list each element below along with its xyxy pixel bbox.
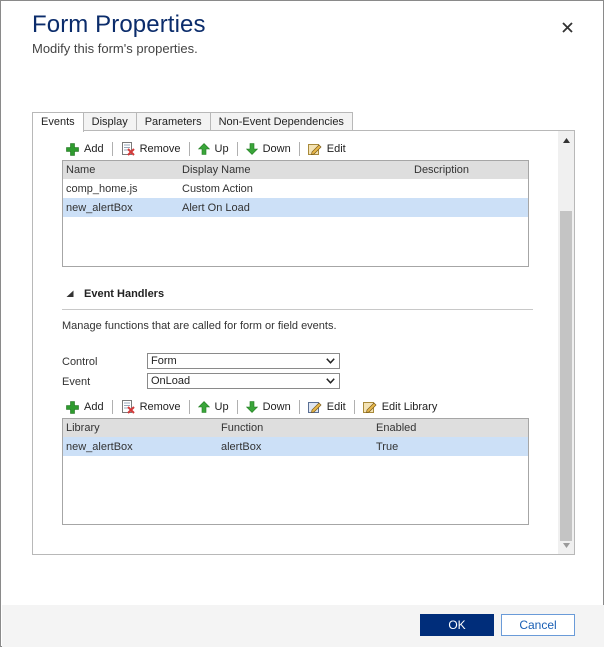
arrow-up-icon (197, 401, 210, 413)
handlers-up-label: Up (214, 401, 229, 413)
event-handlers-heading: Event Handlers (84, 288, 165, 300)
events-scroll-area: Add Remove Up Down Edit Name Display Nam… (33, 131, 558, 554)
libraries-toolbar: Add Remove Up Down Edit (62, 140, 350, 158)
dialog-subtitle: Modify this form's properties. (32, 41, 198, 56)
section-divider (62, 309, 533, 310)
column-header-library[interactable]: Library (63, 422, 218, 434)
handlers-add-label: Add (84, 401, 104, 413)
control-select[interactable]: Form (147, 353, 340, 369)
library-row[interactable]: comp_home.js Custom Action (63, 179, 528, 198)
libraries-edit-button[interactable]: Edit (304, 140, 350, 158)
event-label: Event (62, 376, 91, 388)
handlers-edit-library-label: Edit Library (381, 401, 438, 413)
scroll-up-button[interactable] (558, 133, 574, 147)
tab-events[interactable]: Events (32, 112, 84, 132)
libraries-grid: Name Display Name Description comp_home.… (62, 160, 529, 267)
column-header-function[interactable]: Function (218, 422, 373, 434)
handlers-toolbar: Add Remove Up Down Edit Edit Library (62, 398, 441, 416)
remove-icon (121, 400, 135, 414)
toolbar-separator (298, 400, 300, 414)
toolbar-separator (298, 142, 300, 156)
chevron-down-icon (326, 378, 335, 384)
handlers-add-button[interactable]: Add (62, 398, 108, 416)
handlers-down-label: Down (262, 401, 291, 413)
arrow-down-icon (245, 143, 258, 155)
close-button[interactable] (558, 18, 576, 36)
handlers-edit-label: Edit (326, 401, 346, 413)
libraries-up-button[interactable]: Up (194, 140, 233, 158)
event-handlers-section-toggle[interactable]: Event Handlers (66, 288, 164, 300)
tab-non-event-dependencies[interactable]: Non-Event Dependencies (209, 112, 353, 131)
library-display-name: Custom Action (182, 182, 253, 195)
dialog-footer: OK Cancel (2, 605, 604, 647)
libraries-grid-header: Name Display Name Description (63, 161, 528, 179)
handlers-remove-button[interactable]: Remove (117, 398, 185, 416)
column-header-display-name[interactable]: Display Name (179, 164, 411, 176)
chevron-down-icon (326, 358, 335, 364)
handlers-grid-header: Library Function Enabled (63, 419, 528, 437)
handler-library: new_alertBox (66, 440, 133, 453)
close-icon (561, 21, 573, 33)
scroll-down-button[interactable] (558, 538, 574, 552)
toolbar-separator (353, 400, 355, 414)
libraries-down-label: Down (262, 143, 291, 155)
vertical-scrollbar[interactable] (558, 131, 574, 554)
event-select[interactable]: OnLoad (147, 373, 340, 389)
remove-icon (121, 142, 135, 156)
libraries-add-label: Add (84, 143, 104, 155)
toolbar-separator (236, 400, 238, 414)
form-properties-dialog: Form Properties Modify this form's prope… (0, 0, 604, 647)
libraries-add-button[interactable]: Add (62, 140, 108, 158)
column-header-name[interactable]: Name (63, 164, 179, 176)
handler-function: alertBox (221, 440, 262, 453)
event-select-value: OnLoad (151, 375, 191, 387)
tab-display[interactable]: Display (82, 112, 137, 131)
add-icon (66, 142, 79, 156)
control-select-value: Form (151, 355, 177, 367)
scrollbar-thumb[interactable] (560, 211, 572, 541)
column-header-description[interactable]: Description (411, 164, 526, 176)
events-panel: Add Remove Up Down Edit Name Display Nam… (32, 130, 575, 555)
edit-icon (307, 402, 322, 413)
cancel-button[interactable]: Cancel (501, 614, 575, 636)
tab-strip: Events Display Parameters Non-Event Depe… (32, 112, 353, 132)
handlers-edit-button[interactable]: Edit (304, 398, 350, 416)
edit-icon (307, 144, 322, 155)
libraries-up-label: Up (214, 143, 229, 155)
libraries-edit-label: Edit (326, 143, 346, 155)
dialog-title: Form Properties (32, 11, 206, 38)
toolbar-separator (111, 142, 113, 156)
collapse-triangle-icon (66, 290, 74, 297)
toolbar-separator (188, 400, 190, 414)
toolbar-separator (236, 142, 238, 156)
arrow-up-icon (197, 143, 210, 155)
add-icon (66, 400, 79, 414)
handler-enabled: True (376, 440, 399, 453)
arrow-down-icon (245, 401, 258, 413)
library-name: comp_home.js (66, 182, 138, 195)
library-display-name: Alert On Load (182, 201, 250, 214)
ok-button[interactable]: OK (420, 614, 494, 636)
libraries-remove-button[interactable]: Remove (117, 140, 185, 158)
library-name: new_alertBox (66, 201, 133, 214)
libraries-down-button[interactable]: Down (242, 140, 295, 158)
scroll-up-arrow-icon (562, 137, 570, 143)
handlers-up-button[interactable]: Up (194, 398, 233, 416)
edit-library-icon (362, 402, 377, 413)
event-handlers-description: Manage functions that are called for for… (62, 320, 337, 332)
tab-parameters[interactable]: Parameters (135, 112, 211, 131)
scroll-down-arrow-icon (562, 542, 570, 548)
handlers-remove-label: Remove (139, 401, 181, 413)
handlers-grid: Library Function Enabled new_alertBox al… (62, 418, 529, 525)
libraries-remove-label: Remove (139, 143, 181, 155)
column-header-enabled[interactable]: Enabled (373, 422, 526, 434)
library-row[interactable]: new_alertBox Alert On Load (63, 198, 528, 217)
handlers-down-button[interactable]: Down (242, 398, 295, 416)
toolbar-separator (188, 142, 190, 156)
control-label: Control (62, 356, 98, 368)
toolbar-separator (111, 400, 113, 414)
handler-row[interactable]: new_alertBox alertBox True (63, 437, 528, 456)
handlers-edit-library-button[interactable]: Edit Library (359, 398, 442, 416)
